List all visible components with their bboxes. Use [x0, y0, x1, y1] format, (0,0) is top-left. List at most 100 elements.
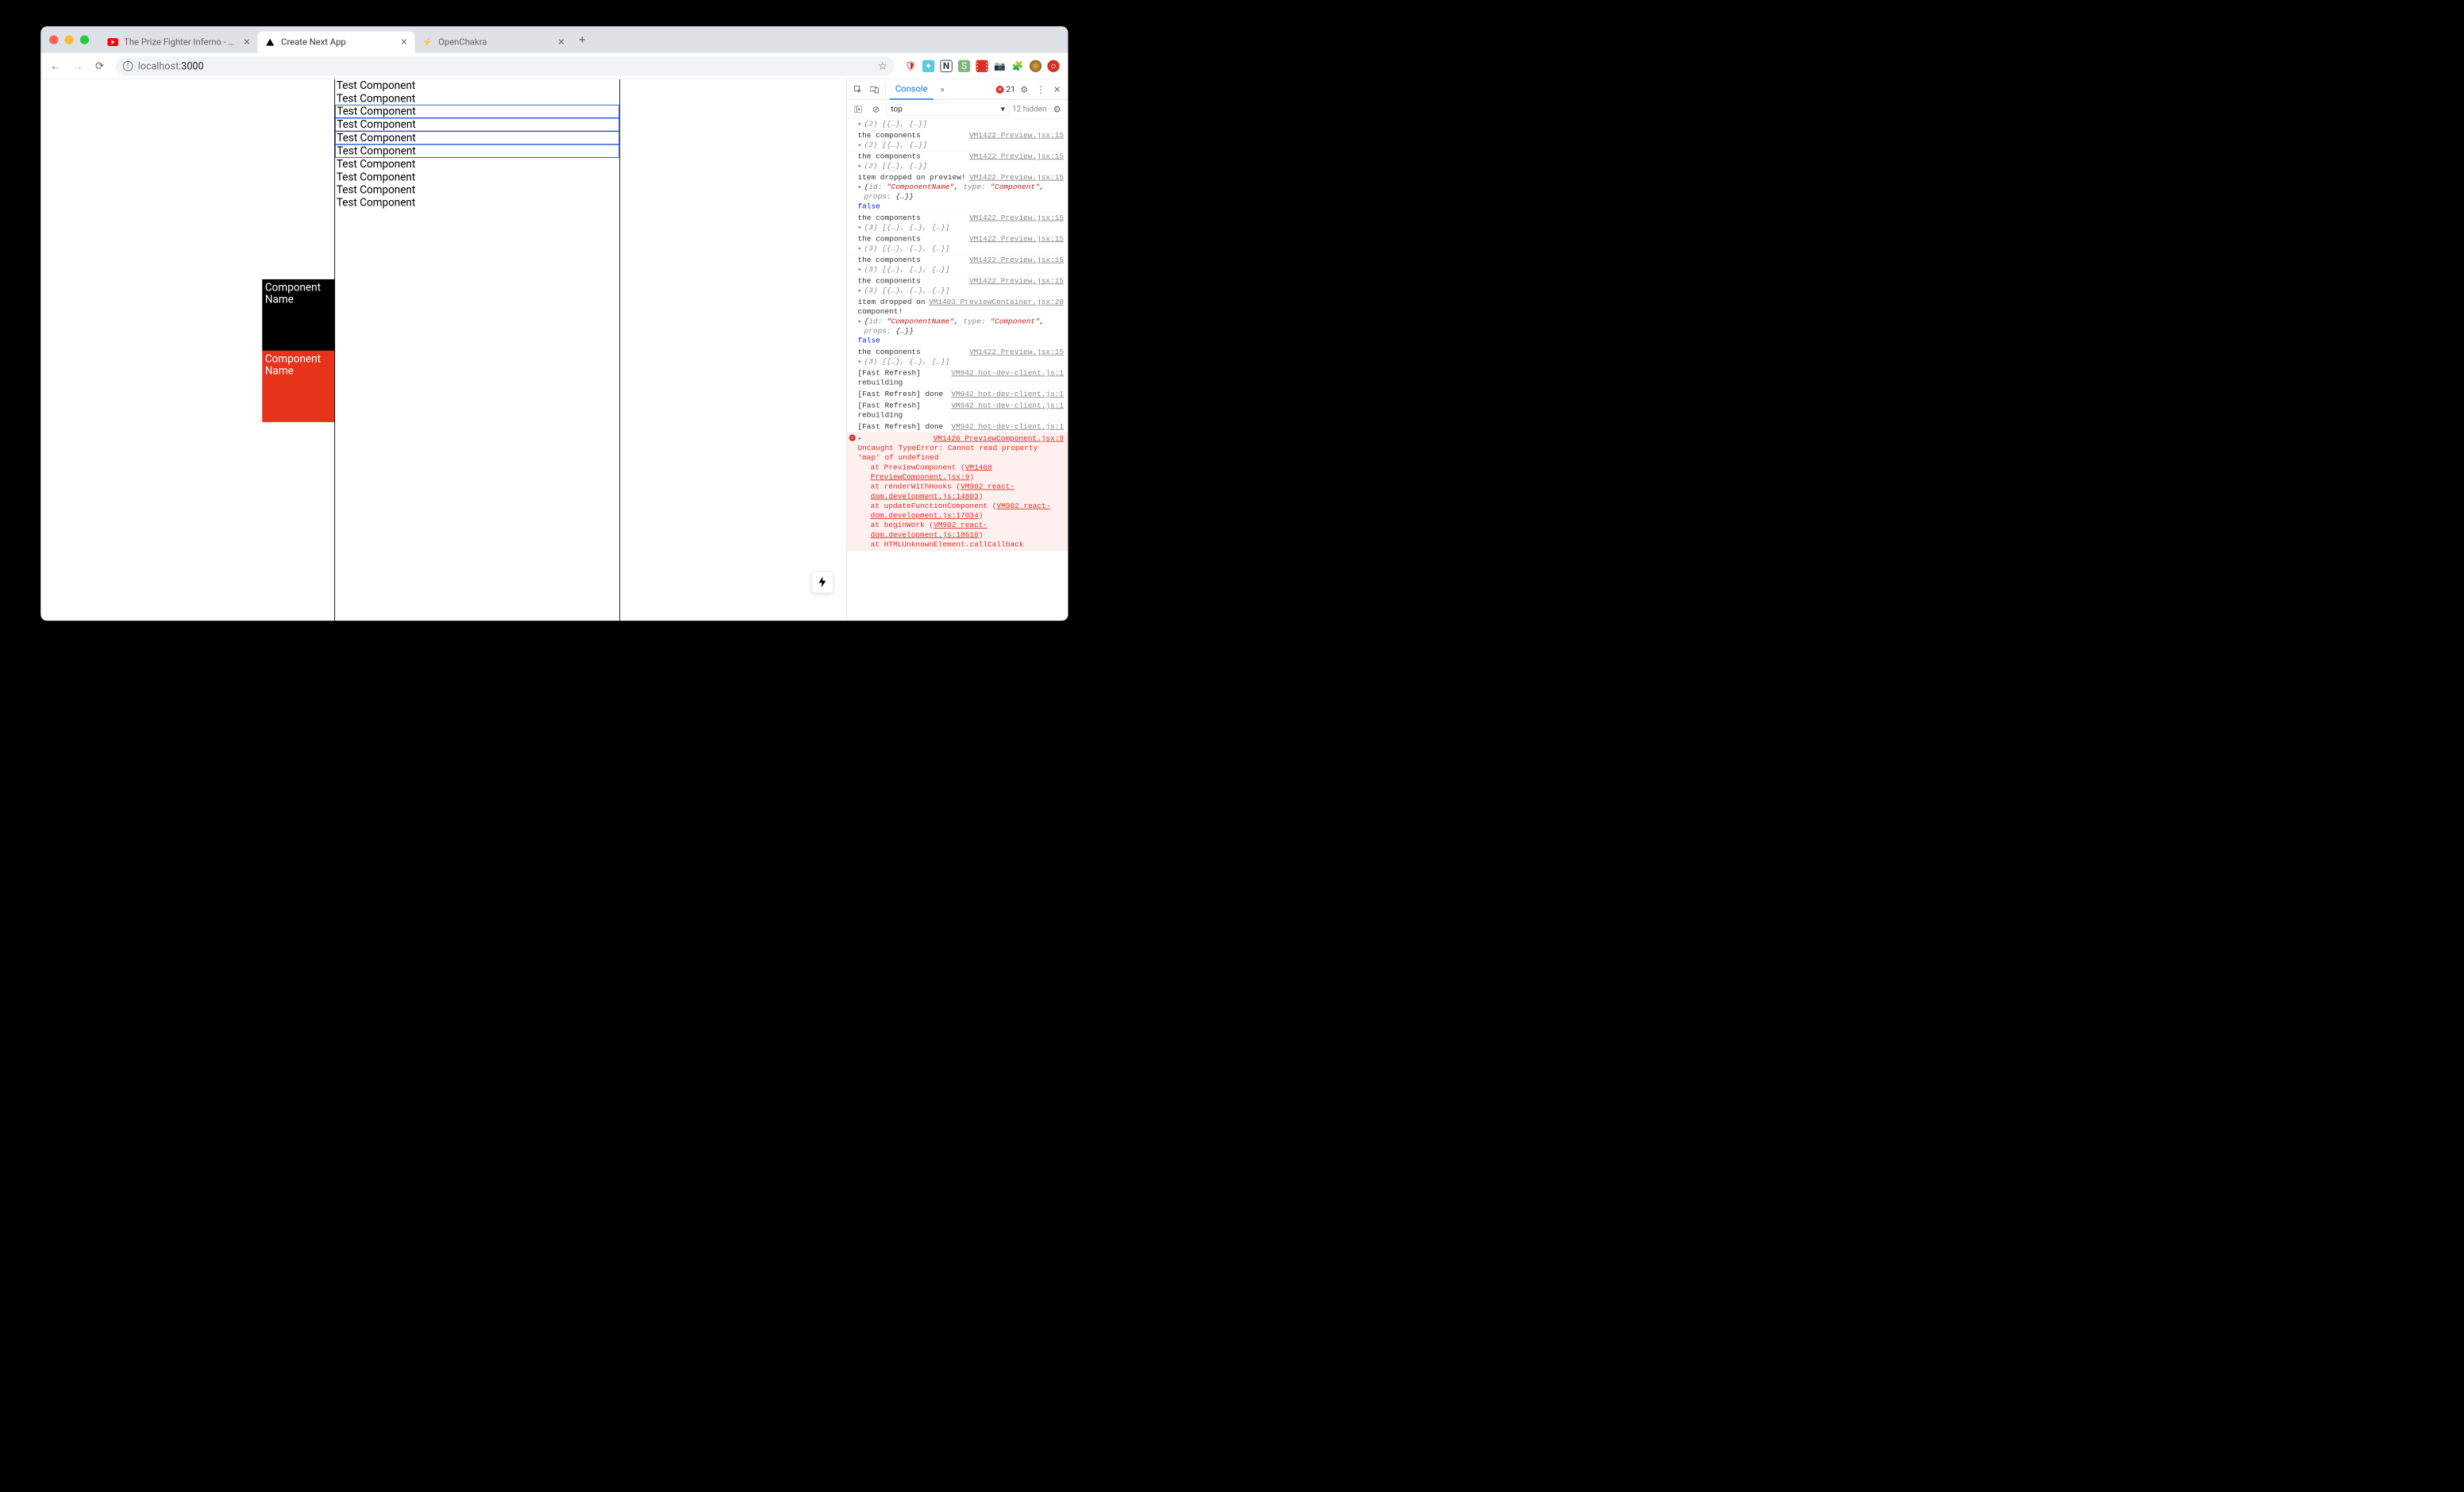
console-error-entry[interactable]: ✕▸ VM1426 PreviewComponent.jsx:9Uncaught…	[847, 433, 1068, 551]
bookmark-star-icon[interactable]: ☆	[878, 60, 887, 72]
console-log-entry[interactable]: the componentsVM1422 Preview.jsx:15(2) […	[847, 151, 1068, 172]
back-button[interactable]: ←	[46, 57, 65, 75]
extension-s-icon[interactable]: S	[958, 60, 970, 71]
console-source-link[interactable]: VM942 hot-dev-client.js:1	[951, 401, 1064, 420]
console-source-link[interactable]: VM942 hot-dev-client.js:1	[951, 368, 1064, 387]
error-count-badge[interactable]: ✕ 21	[996, 85, 1015, 94]
preview-component-row[interactable]: Test Component	[335, 79, 619, 92]
console-object-preview[interactable]: (3) [{…}, {…}, {…}]	[857, 223, 1064, 233]
extension-notion-icon[interactable]: N	[940, 60, 952, 71]
console-object-preview[interactable]: (2) [{…}, {…}]	[857, 161, 1064, 171]
console-source-link[interactable]: VM1422 Preview.jsx:15	[969, 131, 1064, 140]
console-source-link[interactable]: VM1422 Preview.jsx:15	[969, 152, 1064, 161]
console-log-entry[interactable]: the componentsVM1422 Preview.jsx:15(3) […	[847, 275, 1068, 297]
nextjs-indicator-icon[interactable]	[811, 571, 833, 593]
preview-component-row[interactable]: Test Component	[335, 171, 619, 183]
preview-component-row[interactable]: Test Component	[335, 158, 619, 171]
error-count-value: 21	[1006, 85, 1015, 94]
console-log-entry[interactable]: item dropped on preview!VM1422 Preview.j…	[847, 172, 1068, 213]
console-source-link[interactable]: VM942 hot-dev-client.js:1	[951, 390, 1064, 399]
tab-close-icon[interactable]: ✕	[399, 37, 410, 48]
console-source-link[interactable]: VM1403 PreviewContainer.jsx:20	[929, 298, 1064, 317]
preview-component-row[interactable]: Test Component	[335, 118, 619, 132]
console-log-entry[interactable]: [Fast Refresh] rebuildingVM942 hot-dev-c…	[847, 368, 1068, 390]
console-message: the components	[857, 152, 966, 161]
console-settings-icon[interactable]: ⚙	[1049, 102, 1065, 117]
devtools-close-icon[interactable]: ✕	[1049, 82, 1065, 97]
forward-button[interactable]: →	[68, 57, 87, 75]
preview-component-row[interactable]: Test Component	[335, 197, 619, 210]
maximize-window-button[interactable]	[80, 35, 89, 44]
devtools-tab-console[interactable]: Console	[890, 79, 934, 100]
context-selected-value: top	[891, 105, 902, 113]
devtools-menu-icon[interactable]: ⋮	[1033, 82, 1048, 97]
extension-camera-icon[interactable]: 📷	[994, 60, 1006, 71]
console-log-entry[interactable]: the componentsVM1422 Preview.jsx:15(3) […	[847, 233, 1068, 255]
preview-column[interactable]: Test ComponentTest ComponentTest Compone…	[334, 79, 620, 621]
preview-component-row[interactable]: Test Component	[335, 92, 619, 105]
devtools-more-tabs-icon[interactable]: »	[935, 82, 950, 97]
console-object-preview[interactable]: (2) [{…}, {…}]	[857, 119, 1064, 129]
console-object-preview[interactable]: (3) [{…}, {…}, {…}]	[857, 357, 1064, 367]
console-log-entry[interactable]: item dropped on component!VM1403 Preview…	[847, 297, 1068, 347]
tab-close-icon[interactable]: ✕	[242, 37, 252, 48]
console-log-entry[interactable]: (2) [{…}, {…}]	[847, 118, 1068, 129]
extension-react-icon[interactable]: ✦	[922, 60, 934, 71]
clear-console-icon[interactable]: ⊘	[868, 102, 884, 117]
devtools-settings-icon[interactable]: ⚙	[1017, 82, 1032, 97]
extensions-puzzle-icon[interactable]: 🧩	[1011, 60, 1023, 71]
browser-window: The Prize Fighter Inferno - Sta✕Create N…	[40, 26, 1068, 621]
profile-avatar-icon[interactable]	[1030, 60, 1041, 71]
console-error-line: at updateFunctionComponent (VM902 react-…	[857, 502, 1064, 521]
console-object-preview[interactable]: (3) [{…}, {…}, {…}]	[857, 286, 1064, 295]
console-source-link[interactable]: VM942 hot-dev-client.js:1	[951, 422, 1064, 432]
console-log[interactable]: (2) [{…}, {…}]the componentsVM1422 Previ…	[847, 118, 1068, 621]
console-log-entry[interactable]: the componentsVM1422 Preview.jsx:15(3) […	[847, 255, 1068, 276]
preview-component-row[interactable]: Test Component	[335, 183, 619, 196]
console-log-entry[interactable]: the componentsVM1422 Preview.jsx:15(3) […	[847, 347, 1068, 368]
tab-close-icon[interactable]: ✕	[556, 37, 567, 48]
page-viewport[interactable]: Component NameComponent Name Test Compon…	[40, 79, 846, 621]
minimize-window-button[interactable]	[64, 35, 73, 44]
console-object-preview[interactable]: {id: "ComponentName", type: "Component",…	[857, 317, 1064, 336]
context-selector[interactable]: top ▾	[886, 102, 1009, 115]
extension-ublock-icon[interactable]: 🛡	[904, 60, 916, 71]
console-message: the components	[857, 276, 966, 286]
hidden-messages-label[interactable]: 12 hidden	[1012, 105, 1046, 113]
console-log-entry[interactable]: the componentsVM1422 Preview.jsx:15(2) […	[847, 130, 1068, 152]
preview-component-row[interactable]: Test Component	[335, 131, 619, 144]
address-bar[interactable]: i localhost:3000 ☆	[116, 56, 895, 75]
console-source-link[interactable]: VM1422 Preview.jsx:15	[969, 213, 1064, 223]
console-log-entry[interactable]: [Fast Refresh] doneVM942 hot-dev-client.…	[847, 389, 1068, 400]
preview-component-row[interactable]: Test Component	[335, 144, 619, 158]
close-window-button[interactable]	[49, 35, 58, 44]
browser-tab[interactable]: ⚡OpenChakra✕	[414, 32, 572, 53]
console-source-link[interactable]: VM1422 Preview.jsx:15	[969, 173, 1064, 183]
console-sidebar-toggle-icon[interactable]	[850, 102, 865, 117]
inspect-element-icon[interactable]	[850, 82, 865, 97]
browser-tab[interactable]: The Prize Fighter Inferno - Sta✕	[100, 32, 257, 53]
console-log-entry[interactable]: [Fast Refresh] rebuildingVM942 hot-dev-c…	[847, 400, 1068, 421]
console-source-link[interactable]: VM1426 PreviewComponent.jsx:9	[934, 434, 1064, 444]
new-tab-button[interactable]: +	[573, 31, 591, 48]
console-source-link[interactable]: VM1422 Preview.jsx:15	[969, 256, 1064, 265]
palette-component-card[interactable]: Component Name	[262, 351, 334, 422]
console-source-link[interactable]: VM1422 Preview.jsx:15	[969, 348, 1064, 357]
device-toolbar-icon[interactable]	[867, 82, 882, 97]
browser-tab[interactable]: Create Next App✕	[257, 32, 414, 53]
reload-button[interactable]: ⟳	[90, 57, 109, 75]
console-object-preview[interactable]: (3) [{…}, {…}, {…}]	[857, 265, 1064, 275]
extension-o-icon[interactable]: ○	[1047, 60, 1059, 71]
preview-component-row[interactable]: Test Component	[335, 105, 619, 118]
console-object-preview[interactable]: (2) [{…}, {…}]	[857, 140, 1064, 150]
console-log-entry[interactable]: the componentsVM1422 Preview.jsx:15(3) […	[847, 213, 1068, 234]
extension-grid-icon[interactable]: ⋮⋮	[976, 60, 988, 71]
console-source-link[interactable]: VM1422 Preview.jsx:15	[969, 234, 1064, 244]
palette-component-card[interactable]: Component Name	[262, 279, 334, 351]
site-info-icon[interactable]: i	[123, 61, 133, 71]
console-log-entry[interactable]: [Fast Refresh] doneVM942 hot-dev-client.…	[847, 421, 1068, 433]
console-object-preview[interactable]: (3) [{…}, {…}, {…}]	[857, 244, 1064, 253]
console-source-link[interactable]: VM1422 Preview.jsx:15	[969, 276, 1064, 286]
console-filter-bar: ⊘ top ▾ 12 hidden ⚙	[847, 100, 1068, 118]
console-object-preview[interactable]: {id: "ComponentName", type: "Component",…	[857, 183, 1064, 202]
